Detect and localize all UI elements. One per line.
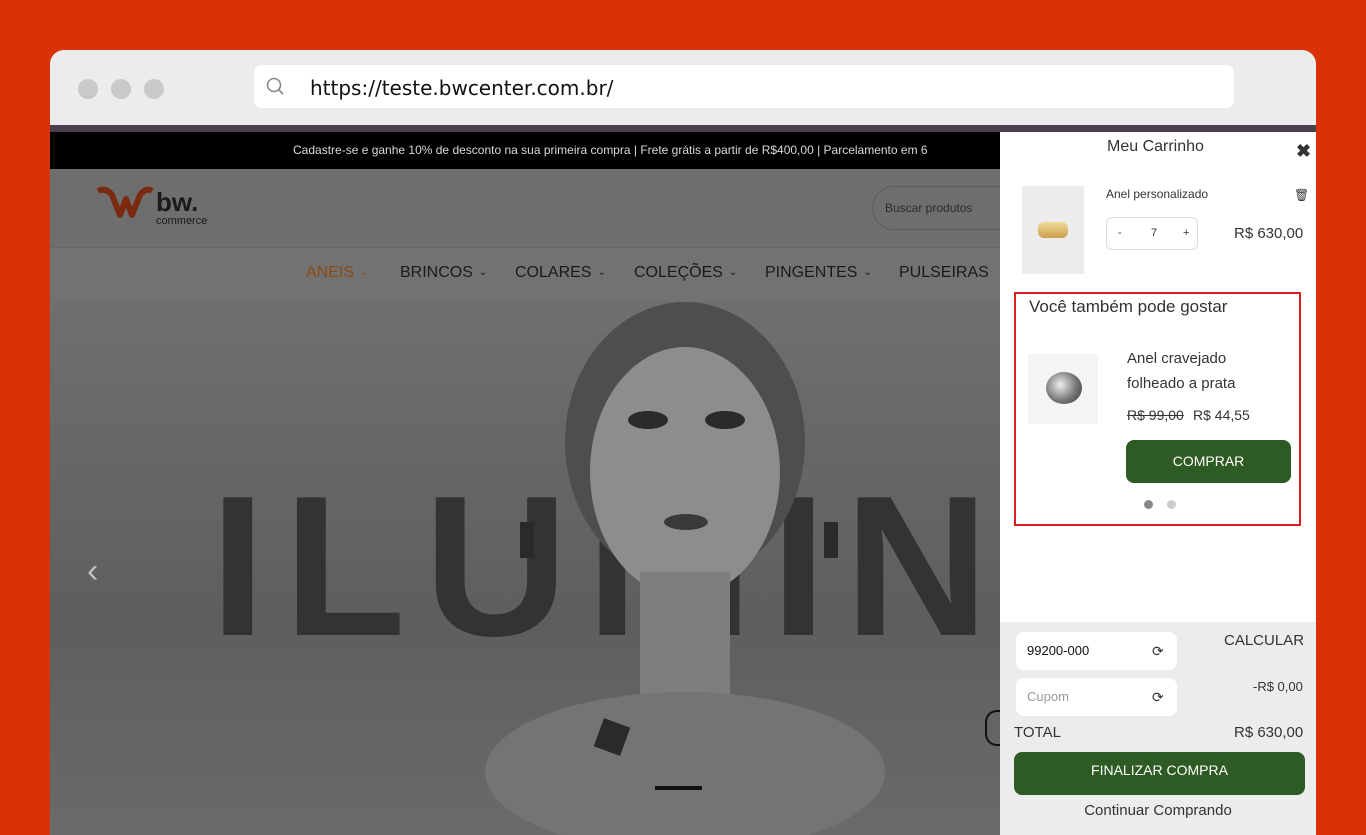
calculate-shipping-button[interactable]: CALCULAR bbox=[1224, 632, 1304, 649]
checkout-button[interactable]: FINALIZAR COMPRA bbox=[1014, 752, 1305, 795]
cart-line-price: R$ 630,00 bbox=[1234, 225, 1304, 242]
logo-mark-icon bbox=[96, 186, 154, 218]
browser-window: https://teste.bwcenter.com.br/ Cadastre-… bbox=[50, 50, 1316, 835]
chevron-down-icon: ⌄ bbox=[478, 267, 488, 278]
main-nav: ANEIS ⌄ BRINCOS ⌄ COLARES ⌄ COLEÇÕES ⌄ PINGE… bbox=[50, 247, 1000, 302]
cart-line-name[interactable]: Anel personalizado bbox=[1106, 187, 1208, 201]
store-logo[interactable]: bw. commerce bbox=[96, 185, 207, 230]
hero-corner-badge bbox=[985, 710, 1000, 746]
chevron-down-icon: ⌄ bbox=[728, 267, 738, 278]
upsell-section: Você também pode gostar Anel cravejado f… bbox=[1014, 292, 1301, 526]
qty-minus-button[interactable]: - bbox=[1118, 227, 1122, 239]
quantity-stepper: - 7 + bbox=[1106, 217, 1198, 250]
url-text[interactable]: https://teste.bwcenter.com.br/ bbox=[310, 76, 613, 100]
nav-label: COLARES bbox=[515, 264, 592, 281]
refresh-icon[interactable]: ⟳ bbox=[1152, 678, 1164, 716]
chevron-down-icon: ⌄ bbox=[360, 267, 369, 278]
page-viewport: Cadastre-se e ganhe 10% de desconto na s… bbox=[50, 132, 1316, 835]
total-label: TOTAL bbox=[1014, 724, 1061, 741]
window-dot-minimize[interactable] bbox=[111, 79, 131, 99]
zip-code-field[interactable]: 99200-000 ⟳ bbox=[1016, 632, 1177, 670]
upsell-product-image[interactable] bbox=[1028, 354, 1098, 424]
nav-label: PULSEIRAS bbox=[899, 264, 989, 281]
browser-divider bbox=[50, 125, 1316, 132]
browser-chrome: https://teste.bwcenter.com.br/ bbox=[50, 50, 1316, 128]
ring-product-image bbox=[1046, 372, 1082, 404]
carousel-dot-active[interactable] bbox=[1144, 500, 1153, 509]
total-value: R$ 630,00 bbox=[1234, 724, 1304, 741]
nav-label: BRINCOS bbox=[400, 264, 473, 281]
product-search-input[interactable]: Buscar produtos bbox=[872, 186, 1012, 230]
cart-line-image bbox=[1022, 186, 1084, 274]
site-header: bw. commerce Buscar produtos bbox=[50, 169, 1012, 247]
nav-item-pingentes[interactable]: PINGENTES ⌄ bbox=[765, 264, 872, 282]
carousel-dot[interactable] bbox=[1167, 500, 1176, 509]
hero-banner: ILUMINA ‹ bbox=[50, 302, 1000, 835]
nav-label: PINGENTES bbox=[765, 264, 858, 281]
chevron-left-icon[interactable]: ‹ bbox=[87, 552, 98, 591]
cart-title: Meu Carrinho bbox=[1107, 138, 1204, 155]
logo-text: bw. bbox=[156, 187, 199, 217]
nav-item-pulseiras[interactable]: PULSEIRAS bbox=[899, 264, 989, 282]
announcement-bar: Cadastre-se e ganhe 10% de desconto na s… bbox=[50, 132, 1000, 169]
trash-icon[interactable]: 🗑 bbox=[1294, 188, 1309, 202]
chevron-down-icon: ⌄ bbox=[597, 267, 606, 278]
close-icon[interactable]: ✖ bbox=[1296, 141, 1311, 162]
qty-plus-button[interactable]: + bbox=[1183, 227, 1189, 239]
store-page: Cadastre-se e ganhe 10% de desconto na s… bbox=[50, 132, 1012, 835]
chevron-down-icon: ⌄ bbox=[863, 267, 872, 278]
coupon-field[interactable]: Cupom ⟳ bbox=[1016, 678, 1177, 716]
continue-shopping-link[interactable]: Continuar Comprando bbox=[1000, 802, 1316, 819]
refresh-icon[interactable]: ⟳ bbox=[1152, 632, 1164, 670]
nav-item-aneis[interactable]: ANEIS ⌄ bbox=[306, 264, 368, 282]
logo-subtext: commerce bbox=[156, 215, 208, 227]
zip-code-value: 99200-000 bbox=[1027, 643, 1090, 658]
hero-model-image bbox=[485, 302, 885, 835]
cart-footer: 99200-000 ⟳ CALCULAR Cupom ⟳ -R$ 0,00 TO… bbox=[1000, 622, 1316, 835]
upsell-product-name[interactable]: Anel cravejado folheado a prata bbox=[1127, 346, 1267, 396]
nav-item-brincos[interactable]: BRINCOS ⌄ bbox=[400, 264, 487, 282]
coupon-placeholder: Cupom bbox=[1027, 689, 1069, 704]
window-dot-close[interactable] bbox=[78, 79, 98, 99]
discount-value: -R$ 0,00 bbox=[1253, 679, 1303, 694]
search-icon bbox=[266, 77, 284, 95]
nav-item-colecoes[interactable]: COLEÇÕES ⌄ bbox=[634, 264, 737, 282]
nav-label: COLEÇÕES bbox=[634, 264, 723, 281]
upsell-old-price: R$ 99,00 bbox=[1127, 407, 1184, 423]
ring-product-image bbox=[1038, 222, 1068, 238]
buy-button[interactable]: COMPRAR bbox=[1126, 440, 1291, 483]
upsell-new-price: R$ 44,55 bbox=[1193, 407, 1250, 423]
window-dot-maximize[interactable] bbox=[144, 79, 164, 99]
upsell-title: Você também pode gostar bbox=[1029, 297, 1228, 316]
cart-drawer: Meu Carrinho ✖ Anel personalizado 🗑 - 7 … bbox=[1000, 132, 1316, 835]
address-bar[interactable]: https://teste.bwcenter.com.br/ bbox=[254, 65, 1234, 108]
hero-slide-indicator[interactable] bbox=[655, 786, 702, 790]
nav-label: ANEIS bbox=[306, 264, 355, 281]
qty-value[interactable]: 7 bbox=[1151, 227, 1157, 239]
nav-item-colares[interactable]: COLARES ⌄ bbox=[515, 264, 606, 282]
